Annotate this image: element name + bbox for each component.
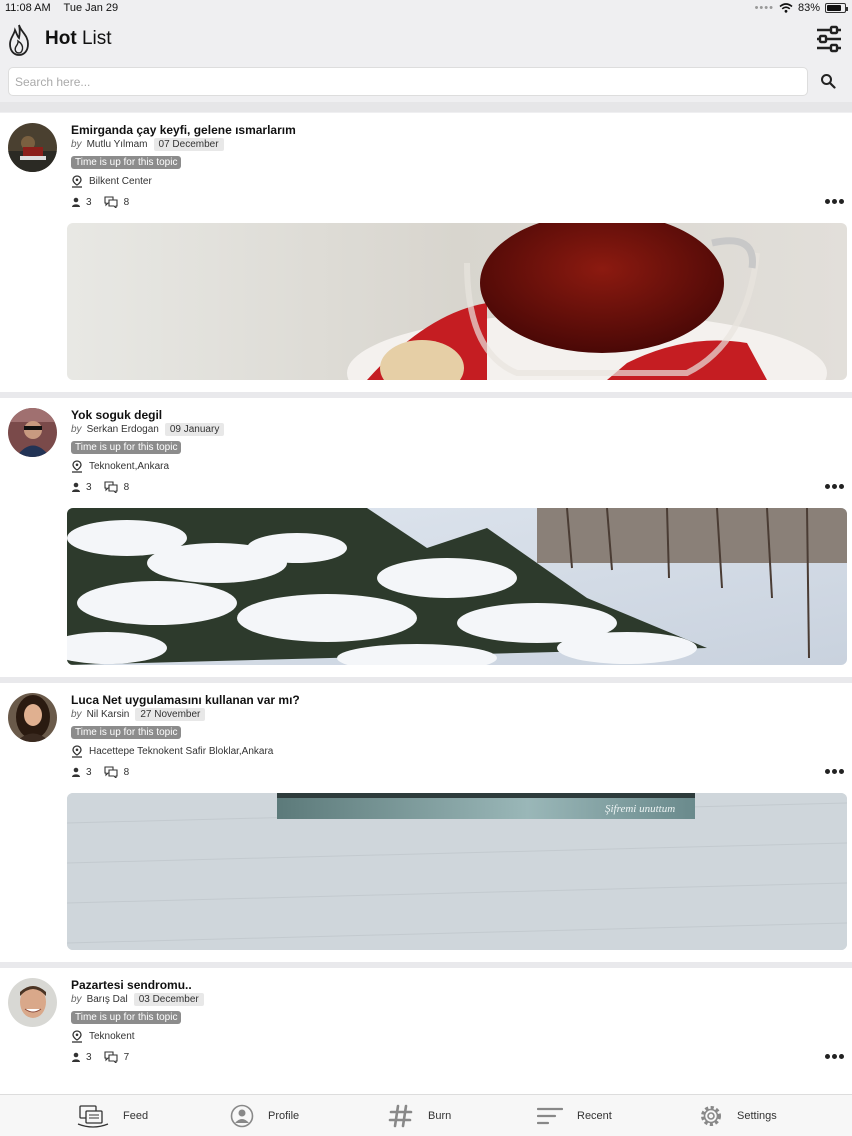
tab-burn[interactable]: Burn	[388, 1095, 451, 1136]
signal-icon: ••••	[754, 2, 774, 14]
comments-icon	[104, 481, 118, 493]
location-pin-icon	[72, 460, 82, 473]
post-title[interactable]: Emirganda çay keyfi, gelene ısmarlarım	[71, 123, 296, 137]
location-pin-icon	[72, 1030, 82, 1043]
post-title[interactable]: Yok soguk degil	[71, 408, 162, 422]
more-options-icon[interactable]	[825, 484, 844, 489]
avatar[interactable]	[8, 123, 57, 172]
participant-count: 3	[86, 481, 92, 493]
location-pin-icon	[72, 745, 82, 758]
tab-feed[interactable]: Feed	[77, 1095, 148, 1136]
post-author[interactable]: Nil Karsin	[87, 709, 130, 720]
post-meta: by Serkan Erdogan 09 January	[71, 423, 225, 436]
post-location: Hacettepe Teknokent Safir Bloklar,Ankara	[71, 745, 273, 758]
feed-list: Emirganda çay keyfi, gelene ısmarlarım b…	[0, 113, 852, 1136]
status-badge: Time is up for this topic	[71, 1011, 182, 1024]
tab-recent-label: Recent	[577, 1110, 612, 1122]
avatar[interactable]	[8, 408, 57, 457]
post-meta: by Barış Dal 03 December	[71, 993, 204, 1006]
status-bar: 11:08 AM Tue Jan 29 •••• 83%	[0, 0, 852, 16]
avatar[interactable]	[8, 978, 57, 1027]
bottom-nav: Feed Profile Burn Recent Settings	[0, 1094, 852, 1136]
post-stats: 3 8	[71, 196, 129, 208]
tab-settings[interactable]: Settings	[699, 1095, 777, 1136]
battery-icon	[825, 3, 848, 13]
search-bar	[8, 67, 808, 96]
post-date: 27 November	[135, 708, 206, 721]
post-date: 03 December	[133, 993, 204, 1006]
comment-count: 8	[123, 481, 130, 493]
post-location: Teknokent	[71, 1030, 135, 1043]
comments-icon	[104, 196, 118, 208]
profile-icon	[230, 1104, 254, 1128]
status-time: 11:08 AM	[5, 2, 51, 14]
app-header: Hot List	[0, 18, 852, 62]
location-pin-icon	[72, 175, 82, 188]
post-author[interactable]: Serkan Erdogan	[87, 424, 159, 435]
post-title[interactable]: Pazartesi sendromu..	[71, 978, 192, 992]
avatar[interactable]	[8, 693, 57, 742]
feed-icon	[77, 1105, 109, 1128]
comments-icon	[104, 1051, 118, 1063]
post-stats: 3 8	[71, 766, 129, 778]
tab-feed-label: Feed	[123, 1110, 149, 1122]
tab-profile[interactable]: Profile	[230, 1095, 299, 1136]
comment-count: 8	[123, 766, 130, 778]
search-icon[interactable]	[820, 73, 836, 89]
comment-count: 7	[123, 1051, 130, 1063]
tab-burn-label: Burn	[428, 1110, 452, 1122]
people-icon	[72, 197, 80, 207]
people-icon	[72, 767, 80, 777]
more-options-icon[interactable]	[825, 199, 844, 204]
post-date: 07 December	[153, 138, 224, 151]
tab-settings-label: Settings	[737, 1110, 777, 1122]
participant-count: 3	[86, 196, 92, 208]
post-card[interactable]: Yok soguk degil by Serkan Erdogan 09 Jan…	[0, 398, 852, 683]
post-location: Bilkent Center	[71, 175, 152, 188]
gear-icon	[701, 1106, 721, 1126]
post-stats: 3 7	[71, 1051, 129, 1063]
flame-icon	[9, 24, 29, 56]
post-image[interactable]	[67, 223, 847, 380]
status-date: Tue Jan 29	[63, 2, 119, 14]
more-options-icon[interactable]	[825, 1054, 844, 1059]
status-badge: Time is up for this topic	[71, 441, 182, 454]
page-title: Hot List	[45, 28, 112, 49]
search-input[interactable]	[9, 68, 807, 95]
recent-icon	[537, 1107, 563, 1125]
post-location: Teknokent,Ankara	[71, 460, 169, 473]
post-author[interactable]: Mutlu Yılmam	[87, 139, 148, 150]
comment-count: 8	[123, 196, 130, 208]
hashtag-icon	[388, 1104, 413, 1128]
post-meta: by Mutlu Yılmam 07 December	[71, 138, 224, 151]
participant-count: 3	[86, 1051, 92, 1063]
post-title[interactable]: Luca Net uygulamasını kullanan var mı?	[71, 693, 300, 707]
image-caption: Şifremi unuttum	[605, 803, 676, 815]
post-image[interactable]	[67, 508, 847, 665]
post-image[interactable]: Şifremi unuttum	[67, 793, 847, 950]
status-badge: Time is up for this topic	[71, 726, 182, 739]
comments-icon	[104, 766, 118, 778]
filter-settings-icon[interactable]	[814, 24, 844, 54]
people-icon	[72, 1052, 80, 1062]
status-badge: Time is up for this topic	[71, 156, 182, 169]
post-meta: by Nil Karsin 27 November	[71, 708, 206, 721]
post-date: 09 January	[164, 423, 225, 436]
tab-recent[interactable]: Recent	[537, 1095, 612, 1136]
post-stats: 3 8	[71, 481, 129, 493]
people-icon	[72, 482, 80, 492]
post-author[interactable]: Barış Dal	[87, 994, 128, 1005]
battery-percent: 83%	[797, 2, 820, 14]
post-card[interactable]: Luca Net uygulamasını kullanan var mı? b…	[0, 683, 852, 968]
more-options-icon[interactable]	[825, 769, 844, 774]
wifi-icon	[779, 3, 793, 13]
header-divider	[0, 102, 852, 112]
tab-profile-label: Profile	[268, 1110, 300, 1122]
participant-count: 3	[86, 766, 92, 778]
post-card[interactable]: Emirganda çay keyfi, gelene ısmarlarım b…	[0, 113, 852, 398]
